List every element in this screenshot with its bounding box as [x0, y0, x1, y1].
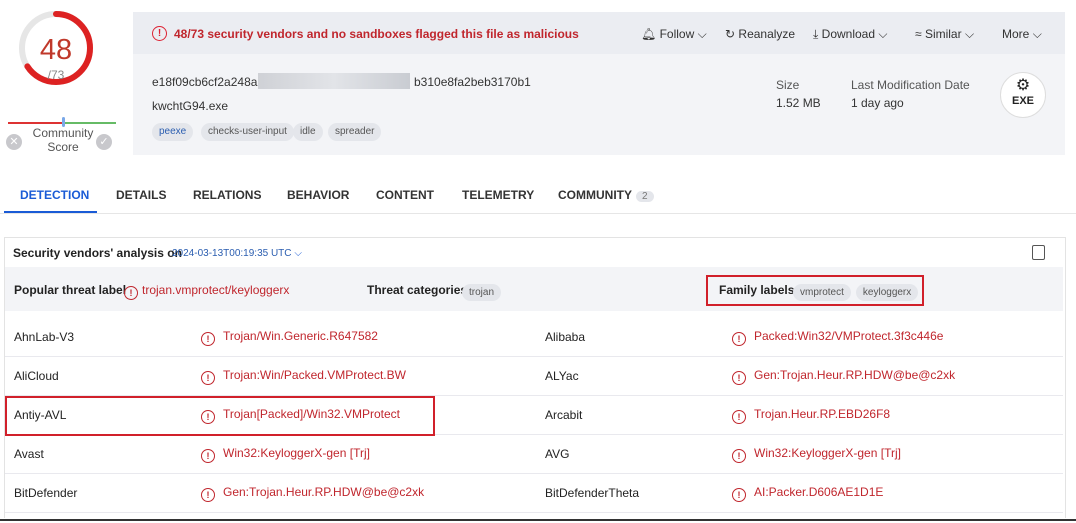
community-count-badge: 2 — [636, 191, 654, 202]
follow-button[interactable]: 🔔︎ Follow ⌵ — [641, 27, 707, 42]
similar-button[interactable]: ≈ Similar ⌵ — [915, 27, 974, 42]
bell-icon: 🔔︎ — [641, 27, 657, 41]
vendor-detection: ! Win32:KeyloggerX-gen [Trj] — [201, 446, 370, 463]
chevron-down-icon: ⌵ — [1032, 27, 1042, 41]
chevron-down-icon: ⌵ — [878, 27, 888, 41]
active-tab-indicator — [4, 211, 97, 213]
popular-threat-value[interactable]: ! trojan.vmprotect/keyloggerx — [124, 283, 289, 300]
vendor-detection: ! Win32:KeyloggerX-gen [Trj] — [732, 446, 901, 463]
tag-checks-user-input[interactable]: checks-user-input — [201, 123, 294, 141]
alert-icon: ! — [201, 332, 215, 346]
tag-peexe[interactable]: peexe — [152, 123, 194, 141]
alert-icon: ! — [732, 371, 746, 385]
community-score-label: Community Score — [32, 126, 94, 154]
tab-content[interactable]: CONTENT — [376, 188, 434, 202]
alert-icon: ! — [152, 26, 167, 41]
file-hash-suffix[interactable]: b310e8fa2beb3170b1 — [414, 75, 531, 89]
vendor-name: Arcabit — [545, 408, 583, 422]
vendor-name: Alibaba — [545, 330, 586, 344]
popular-threat-label: Popular threat label — [14, 283, 127, 297]
vendor-detection: ! Packed:Win32/VMProtect.3f3c446e — [732, 329, 943, 346]
download-icon: ⤓ — [813, 27, 819, 41]
tab-telemetry[interactable]: TELEMETRY — [462, 188, 534, 202]
tab-detection[interactable]: DETECTION — [20, 188, 89, 202]
more-button[interactable]: More ⌵ — [1002, 27, 1042, 42]
detection-score: 48 /73 ✕ Community Score ✓ — [6, 4, 120, 162]
similar-icon: ≈ — [915, 27, 922, 41]
alert-icon: ! — [201, 488, 215, 502]
vendor-name: Avast — [14, 447, 44, 461]
analysis-date[interactable]: 2024-03-13T00:19:35 UTC ⌵ — [172, 248, 302, 259]
vendor-detection: ! Trojan/Win.Generic.R647582 — [201, 329, 378, 346]
table-row: AliCloud ! Trojan:Win/Packed.VMProtect.BW… — [5, 356, 1063, 396]
file-type-badge: ⚙︎ EXE — [1000, 72, 1046, 118]
hash-redaction — [258, 73, 410, 89]
table-row: Avast ! Win32:KeyloggerX-gen [Trj] AVG ! W… — [5, 434, 1063, 474]
size-label: Size — [776, 78, 800, 92]
tag-idle[interactable]: idle — [293, 123, 323, 141]
table-row: BitDefender ! Gen:Trojan.Heur.RP.HDW@be@c… — [5, 473, 1063, 513]
vendor-detection: ! Gen:Trojan.Heur.RP.HDW@be@c2xk — [201, 485, 424, 502]
vendor-name: ALYac — [545, 369, 579, 383]
vendor-name: AliCloud — [14, 369, 59, 383]
alert-icon: ! — [732, 449, 746, 463]
last-modified-value: 1 day ago — [851, 96, 904, 110]
file-type-icon: ⚙︎ — [1015, 77, 1031, 94]
download-button[interactable]: ⤓ Download ⌵ — [813, 27, 887, 42]
alert-icon: ! — [124, 286, 138, 300]
vendor-name: BitDefender — [14, 486, 78, 500]
chevron-down-icon: ⌵ — [294, 248, 302, 259]
file-type-text: EXE — [1011, 95, 1034, 107]
vendor-detection: ! Trojan:Win/Packed.VMProtect.BW — [201, 368, 406, 385]
bottom-edge — [0, 519, 1076, 521]
threat-category-tag[interactable]: trojan — [457, 282, 502, 301]
score-detected: 48 — [39, 34, 73, 66]
file-name: kwchtG94.exe — [152, 99, 229, 113]
vendor-name: AVG — [545, 447, 570, 461]
tab-relations[interactable]: RELATIONS — [193, 188, 261, 202]
tab-behavior[interactable]: BEHAVIOR — [287, 188, 349, 202]
tab-details[interactable]: DETAILS — [116, 188, 166, 202]
alert-icon: ! — [732, 410, 746, 424]
reanalyze-button[interactable]: ↻ Reanalyze — [725, 27, 795, 41]
table-row: AhnLab-V3 ! Trojan/Win.Generic.R647582 Al… — [5, 317, 1063, 357]
tabs-divider — [0, 213, 1076, 214]
vendor-name: BitDefenderTheta — [545, 486, 640, 500]
alert-icon: ! — [732, 332, 746, 346]
score-total: /73 — [47, 68, 65, 82]
alert-text: 48/73 security vendors and no sandboxes … — [174, 27, 579, 41]
alert-icon: ! — [201, 371, 215, 385]
analysis-title: Security vendors' analysis on — [13, 246, 182, 260]
vendor-detection: ! Gen:Trojan.Heur.RP.HDW@be@c2xk — [732, 368, 955, 385]
family-labels-highlight — [706, 275, 924, 306]
alert-icon: ! — [732, 488, 746, 502]
vendor-name: AhnLab-V3 — [14, 330, 75, 344]
chevron-down-icon: ⌵ — [697, 27, 707, 41]
refresh-icon: ↻ — [725, 27, 736, 41]
file-hash-prefix[interactable]: e18f09cb6cf2a248a — [152, 75, 257, 89]
vendor-detection: ! Trojan.Heur.RP.EBD26F8 — [732, 407, 890, 424]
alert-icon: ! — [201, 449, 215, 463]
chevron-down-icon: ⌵ — [964, 27, 975, 41]
vendor-detection: ! AI:Packer.D606AE1D1E — [732, 485, 883, 502]
tab-community[interactable]: COMMUNITY 2 — [558, 188, 654, 202]
last-modified-label: Last Modification Date — [851, 78, 970, 92]
copy-icon[interactable] — [1032, 245, 1045, 260]
antiy-row-highlight — [5, 396, 435, 436]
threat-categories-label: Threat categories — [367, 283, 468, 297]
tag-spreader[interactable]: spreader — [328, 123, 382, 141]
vote-up-icon[interactable]: ✓ — [96, 134, 112, 150]
vote-down-icon[interactable]: ✕ — [6, 134, 22, 150]
size-value: 1.52 MB — [776, 96, 821, 110]
